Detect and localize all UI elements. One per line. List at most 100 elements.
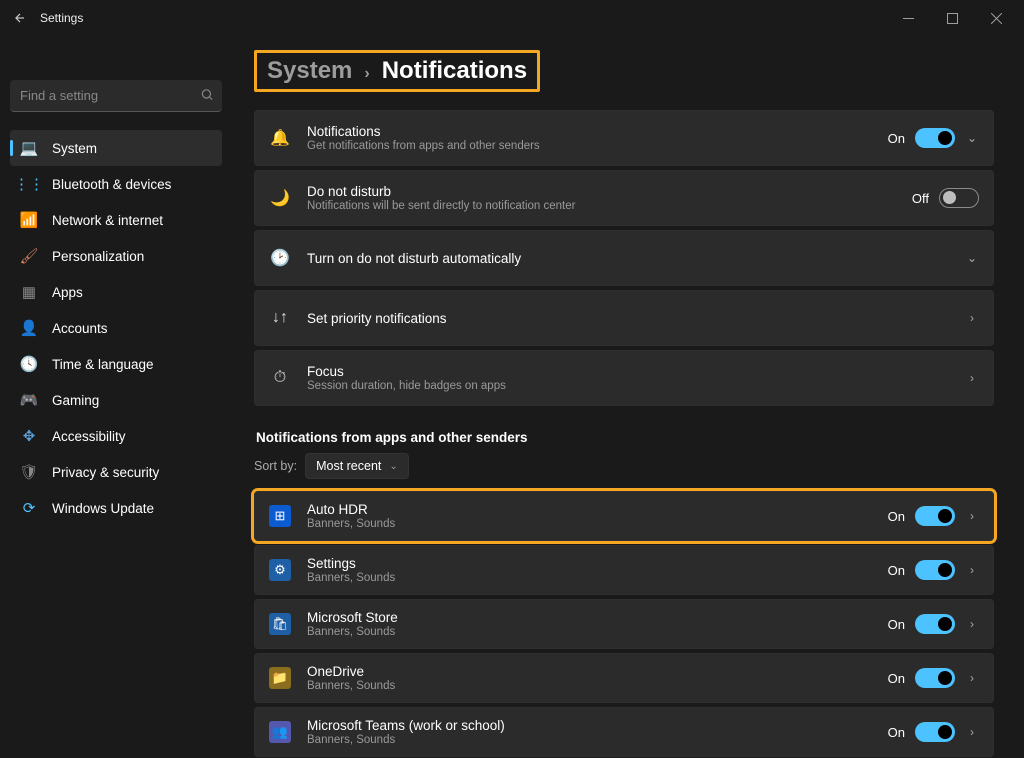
- toggle-switch[interactable]: [915, 722, 955, 742]
- nav-item-privacy-security[interactable]: 🛡 Privacy & security: [10, 454, 222, 490]
- sort-label: Sort by:: [254, 459, 297, 473]
- nav-item-personalization[interactable]: 🖌 Personalization: [10, 238, 222, 274]
- sort-value: Most recent: [316, 459, 381, 473]
- card-icon: 🌙: [269, 187, 291, 209]
- nav-icon: 👤: [20, 319, 38, 337]
- app-sub: Banners, Sounds: [307, 734, 888, 746]
- search-icon: [200, 88, 214, 105]
- card-title: Set priority notifications: [307, 311, 965, 326]
- app-card-microsoft-teams-work-or-school-[interactable]: 👥 Microsoft Teams (work or school)Banners…: [254, 707, 994, 757]
- card-subtitle: Get notifications from apps and other se…: [307, 140, 888, 152]
- app-icon: 🛍: [269, 613, 291, 635]
- nav-item-bluetooth-devices[interactable]: ⋮⋮ Bluetooth & devices: [10, 166, 222, 202]
- nav-item-system[interactable]: 💻System: [10, 130, 222, 166]
- settings-card-list: 🔔 NotificationsGet notifications from app…: [254, 110, 994, 406]
- settings-card-notifications[interactable]: 🔔 NotificationsGet notifications from app…: [254, 110, 994, 166]
- card-title: Do not disturb: [307, 184, 912, 199]
- chevron-right-icon: ›: [965, 725, 979, 739]
- nav-icon: ✥: [20, 427, 38, 445]
- toggle-switch[interactable]: [915, 668, 955, 688]
- nav-icon: 🛡: [20, 463, 38, 481]
- titlebar: Settings: [0, 0, 1024, 36]
- nav-item-accessibility[interactable]: ✥ Accessibility: [10, 418, 222, 454]
- breadcrumb-root[interactable]: System: [267, 57, 352, 85]
- settings-card-set-priority-notifications[interactable]: ↓↑ Set priority notifications›: [254, 290, 994, 346]
- nav-icon: 🕓: [20, 355, 38, 373]
- toggle-switch[interactable]: [939, 188, 979, 208]
- app-sub: Banners, Sounds: [307, 626, 888, 638]
- nav-icon: ⟳: [20, 499, 38, 517]
- card-icon: 🔔: [269, 127, 291, 149]
- nav-label: Network & internet: [52, 213, 163, 228]
- app-card-microsoft-store[interactable]: 🛍 Microsoft StoreBanners, SoundsOn ›: [254, 599, 994, 649]
- app-card-auto-hdr[interactable]: ⊞Auto HDRBanners, SoundsOn›: [254, 491, 994, 541]
- chevron-right-icon: ›: [965, 563, 979, 577]
- window-close[interactable]: [974, 3, 1018, 33]
- chevron-right-icon: ›: [965, 509, 979, 523]
- app-icon: 👥: [269, 721, 291, 743]
- chevron-down-icon: ⌄: [389, 461, 397, 472]
- settings-card-focus[interactable]: ⏱FocusSession duration, hide badges on a…: [254, 350, 994, 406]
- app-sub: Banners, Sounds: [307, 572, 888, 584]
- nav-icon: 💻: [20, 139, 38, 157]
- app-name: OneDrive: [307, 664, 888, 679]
- card-subtitle: Session duration, hide badges on apps: [307, 380, 965, 392]
- toggle-state: On: [888, 617, 905, 632]
- back-button[interactable]: [6, 4, 34, 32]
- breadcrumb-sep-icon: ›: [364, 65, 369, 83]
- app-notification-list: ⊞Auto HDRBanners, SoundsOn›⚙SettingsBann…: [254, 491, 994, 758]
- nav-item-gaming[interactable]: 🎮Gaming: [10, 382, 222, 418]
- sort-row: Sort by: Most recent ⌄: [254, 453, 994, 479]
- toggle-switch[interactable]: [915, 560, 955, 580]
- window-maximize[interactable]: [930, 3, 974, 33]
- app-name: Settings: [307, 556, 888, 571]
- card-title: Focus: [307, 364, 965, 379]
- breadcrumb-leaf: Notifications: [382, 57, 527, 85]
- card-title: Turn on do not disturb automatically: [307, 251, 965, 266]
- card-icon: ↓↑: [269, 307, 291, 329]
- nav-item-accounts[interactable]: 👤 Accounts: [10, 310, 222, 346]
- nav-item-network-internet[interactable]: 📶 Network & internet: [10, 202, 222, 238]
- chevron-down-icon: ⌄: [965, 131, 979, 145]
- card-title: Notifications: [307, 124, 888, 139]
- nav-label: Bluetooth & devices: [52, 177, 171, 192]
- nav-item-windows-update[interactable]: ⟳Windows Update: [10, 490, 222, 526]
- breadcrumb: System › Notifications: [254, 50, 540, 92]
- window-minimize[interactable]: [886, 3, 930, 33]
- nav-item-time-language[interactable]: 🕓 Time & language: [10, 346, 222, 382]
- nav-label: Personalization: [52, 249, 144, 264]
- chevron-right-icon: ›: [965, 671, 979, 685]
- app-card-onedrive[interactable]: 📁OneDriveBanners, SoundsOn›: [254, 653, 994, 703]
- settings-card-turn-on-do-not-disturb-automatically[interactable]: 🕑Turn on do not disturb automatically⌄: [254, 230, 994, 286]
- sidebar: 💻System ⋮⋮ Bluetooth & devices 📶 Network & i…: [0, 36, 232, 758]
- nav-icon: ▦: [20, 283, 38, 301]
- toggle-switch[interactable]: [915, 614, 955, 634]
- nav-label: Accounts: [52, 321, 108, 336]
- nav-label: Accessibility: [52, 429, 126, 444]
- chevron-right-icon: ›: [965, 617, 979, 631]
- nav-item-apps[interactable]: ▦ Apps: [10, 274, 222, 310]
- main-content: System › Notifications 🔔NotificationsGet…: [232, 36, 1024, 758]
- app-sub: Banners, Sounds: [307, 680, 888, 692]
- nav-icon: ⋮⋮: [20, 175, 38, 193]
- app-name: Microsoft Store: [307, 610, 888, 625]
- nav-icon: 📶: [20, 211, 38, 229]
- sort-button[interactable]: Most recent ⌄: [305, 453, 409, 479]
- card-subtitle: Notifications will be sent directly to n…: [307, 200, 912, 212]
- search-input[interactable]: [10, 80, 222, 112]
- nav-label: Privacy & security: [52, 465, 159, 480]
- nav-label: Apps: [52, 285, 83, 300]
- nav-label: Time & language: [52, 357, 154, 372]
- nav-icon: 🖌: [20, 247, 38, 265]
- settings-card-do-not-disturb[interactable]: 🌙 Do not disturbNotifications will be sen…: [254, 170, 994, 226]
- nav: 💻System ⋮⋮ Bluetooth & devices 📶 Network & i…: [10, 130, 222, 526]
- app-card-settings[interactable]: ⚙SettingsBanners, SoundsOn›: [254, 545, 994, 595]
- toggle-switch[interactable]: [915, 506, 955, 526]
- toggle-state: On: [888, 671, 905, 686]
- chevron-right-icon: ›: [965, 311, 979, 325]
- chevron-down-icon: ⌄: [965, 251, 979, 265]
- app-icon: ⊞: [269, 505, 291, 527]
- toggle-switch[interactable]: [915, 128, 955, 148]
- app-sub: Banners, Sounds: [307, 518, 888, 530]
- app-name: Microsoft Teams (work or school): [307, 718, 888, 733]
